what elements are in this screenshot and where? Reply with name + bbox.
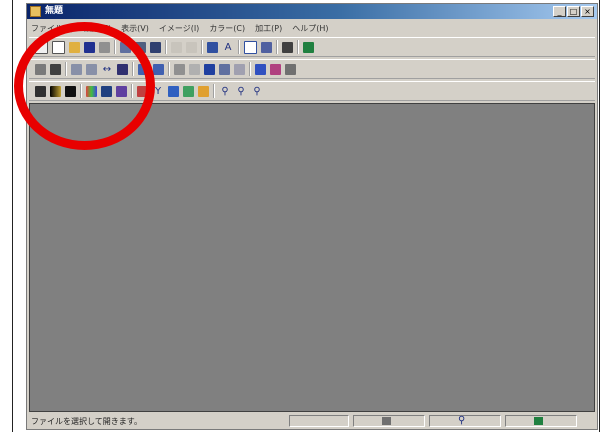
filter-icon[interactable] [174, 63, 185, 75]
minimize-button[interactable]: _ [553, 6, 566, 17]
color-indicator-icon [534, 417, 543, 425]
app-icon[interactable] [30, 6, 41, 17]
undo-icon[interactable] [171, 41, 182, 53]
toolbar-separator [276, 40, 278, 54]
zoom-icon[interactable]: ⚲ [219, 86, 231, 97]
menu-image[interactable]: イメージ(I) [159, 23, 199, 34]
blur-icon[interactable] [219, 63, 230, 75]
emboss-icon[interactable] [234, 63, 245, 75]
mosaic-icon[interactable] [183, 85, 194, 97]
right-frame-line [599, 0, 600, 432]
toolbar-separator [238, 40, 240, 54]
toolbar-separator [168, 62, 170, 76]
toolbar-separator [165, 40, 167, 54]
status-bar: ファイルを選択して開きます。 ⚲ [27, 413, 597, 429]
palette-icon[interactable] [261, 41, 272, 53]
menu-color[interactable]: カラー(C) [209, 23, 245, 34]
palette2-icon[interactable] [168, 85, 179, 97]
grid-icon[interactable] [244, 40, 257, 54]
menu-view[interactable]: 表示(V) [121, 23, 149, 34]
send-icon[interactable] [150, 41, 161, 53]
red-annotation-circle [14, 22, 155, 150]
zoom-out-icon[interactable]: ⚲ [251, 86, 263, 97]
toolbar-separator [249, 62, 251, 76]
redo-icon[interactable] [186, 41, 197, 53]
sharpen-icon[interactable] [204, 63, 215, 75]
close-button[interactable]: × [581, 6, 594, 17]
status-pane: ⚲ [429, 415, 501, 427]
maximize-button[interactable]: □ [567, 6, 580, 17]
eyedropper-icon[interactable] [282, 41, 293, 53]
window-controls: _ □ × [553, 6, 594, 17]
status-pane [289, 415, 349, 427]
menu-process[interactable]: 加工(P) [255, 23, 282, 34]
zoom-in-icon[interactable]: ⚲ [235, 86, 247, 97]
rotate-180-icon[interactable] [153, 63, 164, 75]
toolbar-separator [213, 84, 215, 98]
toolbar-separator [297, 40, 299, 54]
document-icon [382, 417, 391, 425]
color-select-icon[interactable] [303, 41, 314, 53]
left-frame-line [12, 0, 13, 432]
window-title: 無題 [45, 6, 64, 16]
pencil-icon[interactable] [270, 63, 281, 75]
mdi-client-area[interactable] [29, 103, 595, 412]
color-icon[interactable] [198, 85, 209, 97]
status-pane [353, 415, 425, 427]
brightness-icon[interactable] [189, 63, 200, 75]
brush-icon[interactable] [255, 63, 266, 75]
magnifier-icon: ⚲ [458, 415, 466, 426]
status-pane [505, 415, 577, 427]
title-bar[interactable]: 無題 _ □ × [27, 4, 597, 19]
menu-help[interactable]: ヘルプ(H) [292, 23, 328, 34]
text-icon[interactable]: A [222, 42, 234, 53]
toolbar-separator [201, 40, 203, 54]
fit-window-icon[interactable] [207, 41, 218, 53]
fill-icon[interactable] [285, 63, 296, 75]
status-message: ファイルを選択して開きます。 [31, 417, 142, 426]
